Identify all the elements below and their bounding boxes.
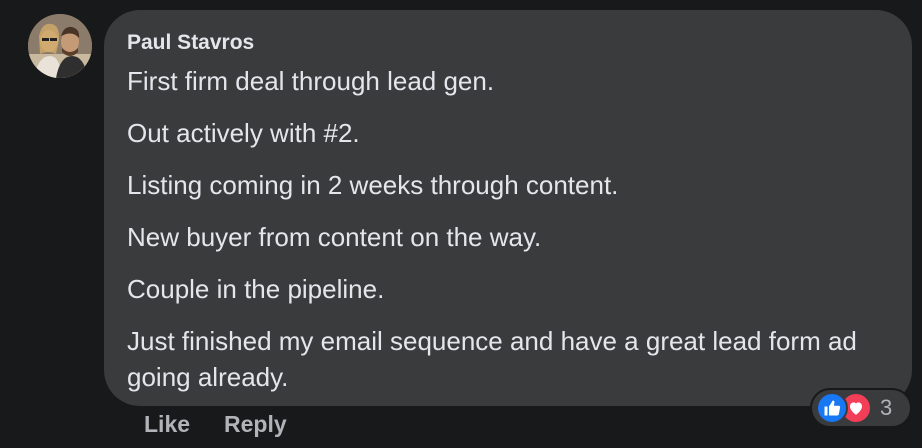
reaction-count: 3	[880, 395, 893, 420]
comment-bubble: Paul Stavros First firm deal through lea…	[104, 10, 912, 406]
comment-line: Listing coming in 2 weeks through conten…	[127, 170, 619, 200]
comment-actions: Like Reply	[144, 406, 287, 442]
comment-author[interactable]: Paul Stavros	[127, 28, 888, 58]
comment-line: First firm deal through lead gen.	[127, 66, 495, 96]
like-button[interactable]: Like	[144, 406, 190, 442]
comment-line: Couple in the pipeline.	[127, 274, 385, 304]
avatar-photo	[28, 14, 92, 78]
comment-line: New buyer from content on the way.	[127, 222, 542, 252]
comment-line: Out actively with #2.	[127, 118, 360, 148]
comment-container: Paul Stavros First firm deal through lea…	[0, 0, 922, 448]
like-icon	[816, 392, 848, 424]
reactions-summary[interactable]: 3	[810, 388, 912, 428]
avatar[interactable]	[28, 14, 92, 78]
reply-button[interactable]: Reply	[224, 406, 287, 442]
comment-line: Just finished my email sequence and have…	[127, 326, 857, 392]
